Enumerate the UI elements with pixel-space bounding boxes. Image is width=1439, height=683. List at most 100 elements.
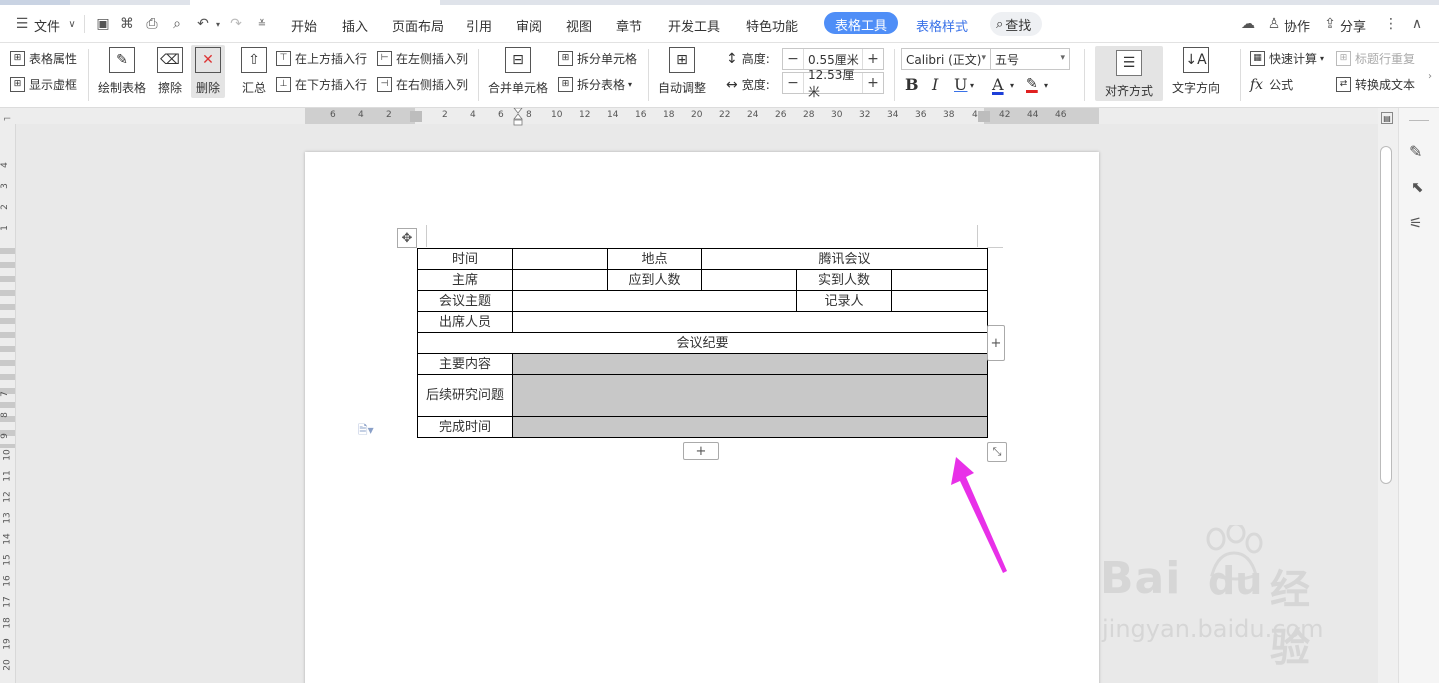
- eraser-button[interactable]: ⌫ 擦除: [157, 47, 183, 96]
- topic-value-cell[interactable]: [512, 290, 797, 312]
- place-value-cell[interactable]: 腾讯会议: [700, 248, 989, 270]
- insert-col-right-label: 在右侧插入列: [396, 78, 469, 92]
- tab-chapter[interactable]: 章节: [616, 16, 642, 35]
- scrollbar-thumb[interactable]: [1380, 146, 1392, 484]
- tab-developer[interactable]: 开发工具: [668, 16, 720, 35]
- delete-button[interactable]: ✕ 删除: [191, 45, 225, 98]
- print-icon[interactable]: ⎙: [142, 14, 162, 34]
- repeat-title-row-button[interactable]: ⊞ 标题行重复: [1336, 50, 1415, 67]
- highlight-dropdown-icon[interactable]: ▾: [1044, 81, 1048, 90]
- hamburger-icon[interactable]: ☰: [12, 14, 32, 34]
- format-painter-icon[interactable]: ⌘: [117, 14, 137, 34]
- add-column-button[interactable]: +: [987, 325, 1005, 361]
- paragraph-options-icon[interactable]: 🗎▾: [358, 421, 374, 442]
- topic-label-cell[interactable]: 会议主题: [417, 290, 513, 312]
- share-button[interactable]: 分享: [1340, 16, 1366, 35]
- time-value-cell[interactable]: [512, 248, 608, 270]
- tab-table-style[interactable]: 表格样式: [916, 16, 968, 35]
- underline-icon[interactable]: U: [954, 75, 967, 94]
- save-icon[interactable]: ▣: [93, 14, 113, 34]
- tab-insert[interactable]: 插入: [342, 16, 368, 35]
- table-move-handle-icon[interactable]: ✥: [397, 228, 417, 248]
- font-color-dropdown-icon[interactable]: ▾: [1010, 81, 1014, 90]
- recorder-label-cell[interactable]: 记录人: [796, 290, 892, 312]
- underline-dropdown-icon[interactable]: ▾: [970, 81, 974, 90]
- font-size-select[interactable]: 五号: [990, 48, 1070, 70]
- attendees-value-cell[interactable]: [511, 311, 989, 333]
- recorder-value-cell[interactable]: [890, 290, 989, 312]
- indent-marker[interactable]: [513, 107, 523, 126]
- width-value[interactable]: 12.53厘米: [803, 68, 863, 99]
- width-stepper[interactable]: − 12.53厘米 +: [782, 68, 884, 99]
- cloud-sync-icon[interactable]: ☁: [1238, 14, 1258, 34]
- chevron-down-icon[interactable]: ∨: [62, 14, 82, 34]
- align-button[interactable]: ☰ 对齐方式: [1095, 46, 1163, 101]
- minutes-heading-cell[interactable]: 会议纪要: [416, 332, 989, 354]
- chair-value-cell[interactable]: [512, 269, 608, 291]
- redo-icon[interactable]: ↷: [226, 14, 246, 34]
- insert-col-left-button[interactable]: ⊢ 在左侧插入列: [377, 50, 468, 67]
- time-label-cell[interactable]: 时间: [417, 248, 513, 270]
- summary-button[interactable]: ⇧ 汇总: [241, 47, 267, 96]
- collapse-ribbon-icon[interactable]: ∧: [1407, 14, 1427, 34]
- expected-label-cell[interactable]: 应到人数: [607, 269, 702, 291]
- highlight-icon[interactable]: ✎: [1026, 76, 1038, 92]
- chair-label-cell[interactable]: 主席: [417, 269, 513, 291]
- split-cells-button[interactable]: ⊞ 拆分单元格: [558, 50, 637, 67]
- font-name-select[interactable]: Calibri (正文): [901, 48, 991, 70]
- split-table-button[interactable]: ⊞ 拆分表格 ▾: [558, 76, 632, 93]
- tab-references[interactable]: 引用: [466, 16, 492, 35]
- draw-table-button[interactable]: ✎ 绘制表格: [98, 47, 146, 96]
- main-content-value-cell[interactable]: [511, 353, 989, 375]
- follow-up-label-cell[interactable]: 后续研究问题: [417, 374, 513, 417]
- show-gridlines-button[interactable]: ⊞ 显示虚框: [10, 76, 77, 93]
- table-properties-button[interactable]: ⊞ 表格属性: [10, 50, 77, 67]
- more-icon[interactable]: ⋮: [1381, 14, 1401, 34]
- insert-row-above-button[interactable]: ⊤ 在上方插入行: [276, 50, 367, 67]
- search-box[interactable]: ⌕ 查找: [990, 12, 1042, 36]
- height-increase-button[interactable]: +: [863, 49, 883, 69]
- cursor-select-icon[interactable]: ⬉: [1411, 178, 1424, 196]
- tab-home[interactable]: 开始: [291, 16, 317, 35]
- tab-page-layout[interactable]: 页面布局: [392, 16, 444, 35]
- insert-col-right-button[interactable]: ⊣ 在右侧插入列: [377, 76, 468, 93]
- follow-up-value-cell[interactable]: [511, 374, 989, 417]
- customize-icon[interactable]: ≚: [252, 14, 272, 34]
- auto-fit-button[interactable]: ⊞ 自动调整: [658, 47, 706, 96]
- settings-sliders-icon[interactable]: ⚟: [1409, 214, 1422, 232]
- insert-row-below-button[interactable]: ⊥ 在下方插入行: [276, 76, 367, 93]
- deadline-value-cell[interactable]: [511, 416, 989, 438]
- italic-icon[interactable]: I: [932, 75, 938, 94]
- deadline-label-cell[interactable]: 完成时间: [417, 416, 513, 438]
- ribbon-scroll-icon[interactable]: ›: [1428, 71, 1432, 82]
- width-decrease-button[interactable]: −: [783, 73, 803, 93]
- file-menu[interactable]: 文件: [34, 16, 60, 35]
- place-label-cell[interactable]: 地点: [607, 248, 702, 270]
- width-increase-button[interactable]: +: [863, 73, 883, 93]
- tab-table-tools[interactable]: 表格工具: [824, 12, 899, 34]
- print-preview-icon[interactable]: ⌕: [167, 14, 187, 34]
- actual-label-cell[interactable]: 实到人数: [796, 269, 892, 291]
- add-row-button[interactable]: +: [683, 442, 719, 460]
- quick-calc-button[interactable]: ▦ 快速计算 ▾: [1250, 50, 1324, 67]
- collaborate-button[interactable]: 协作: [1284, 16, 1310, 35]
- edit-pen-icon[interactable]: ✎: [1409, 142, 1422, 161]
- formula-button[interactable]: fx 公式: [1250, 76, 1293, 93]
- text-direction-button[interactable]: ↓A 文字方向: [1172, 47, 1220, 96]
- main-content-label-cell[interactable]: 主要内容: [417, 353, 513, 375]
- actual-value-cell[interactable]: [890, 269, 989, 291]
- tab-view[interactable]: 视图: [566, 16, 592, 35]
- attendees-label-cell[interactable]: 出席人员: [417, 311, 513, 333]
- watermark-url: jingyan.baidu.com: [1102, 615, 1324, 643]
- page-view-icon[interactable]: ▤: [1381, 112, 1393, 124]
- convert-to-text-button[interactable]: ⇄ 转换成文本: [1336, 76, 1415, 93]
- undo-dropdown-icon[interactable]: ▾: [208, 14, 228, 34]
- bold-icon[interactable]: B: [905, 75, 919, 94]
- meeting-table[interactable]: 时间 地点 腾讯会议 主席 应到人数 实到人数 会议主题 记录人 出席人员 会议…: [416, 248, 989, 438]
- tab-review[interactable]: 审阅: [516, 16, 542, 35]
- tab-features[interactable]: 特色功能: [746, 16, 798, 35]
- height-decrease-button[interactable]: −: [783, 49, 803, 69]
- expected-value-cell[interactable]: [701, 269, 797, 291]
- merge-cells-button[interactable]: ⊟ 合并单元格: [488, 47, 548, 96]
- font-color-icon[interactable]: A: [992, 75, 1004, 94]
